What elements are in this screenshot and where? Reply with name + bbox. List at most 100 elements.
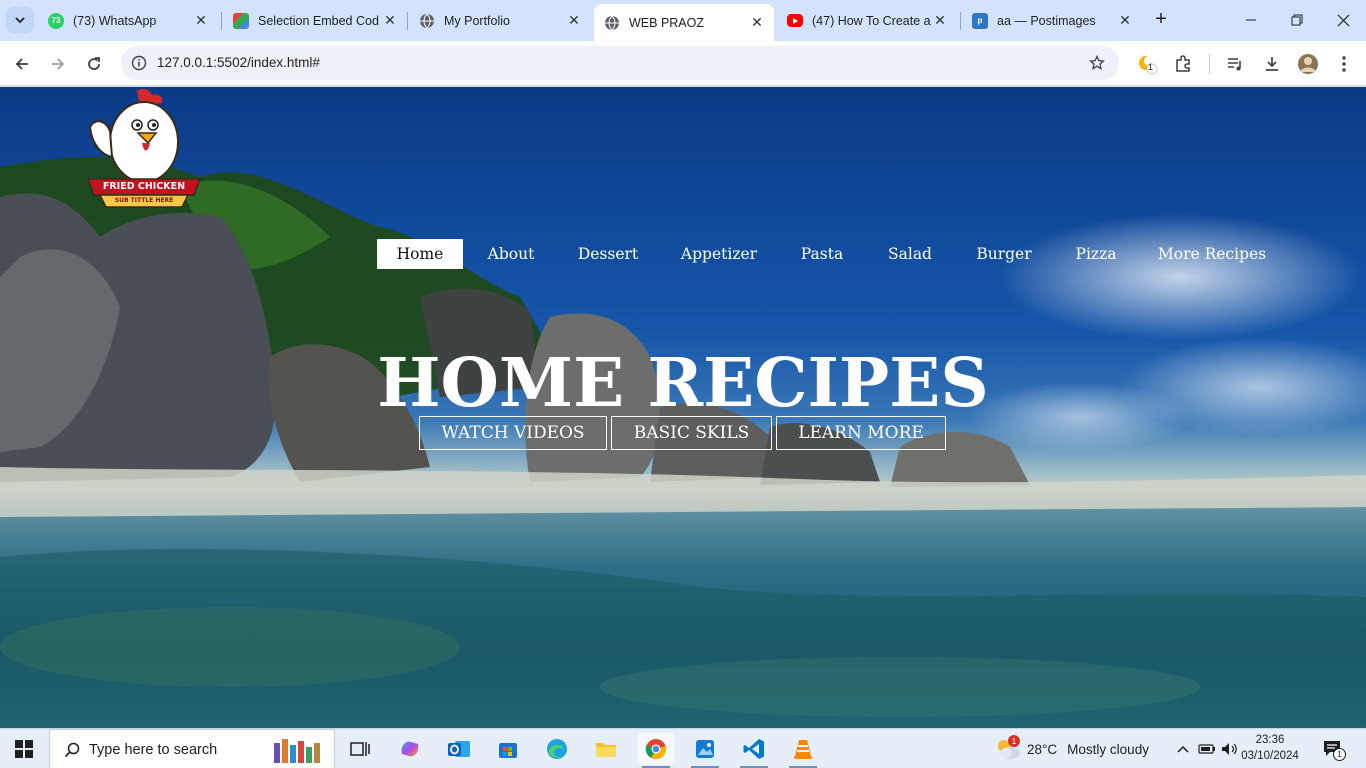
search-highlight-books-icon: [274, 739, 320, 763]
copilot-icon[interactable]: [392, 733, 428, 765]
learn-more-button[interactable]: LEARN MORE: [776, 416, 946, 450]
taskbar-search-box[interactable]: Type here to search: [49, 729, 335, 768]
tab-title: WEB PRAOZ: [629, 15, 705, 30]
weather-desc: Mostly cloudy: [1067, 741, 1149, 757]
close-icon[interactable]: ✕: [192, 12, 210, 29]
whatsapp-icon: 73: [48, 12, 64, 29]
logo-subtitle: SUB TITTLE HERE: [114, 197, 174, 204]
tab-search-button[interactable]: [6, 7, 34, 33]
tab-web-praoz[interactable]: WEB PRAOZ ✕: [594, 4, 774, 41]
tab-title: aa — Postimages: [997, 13, 1096, 28]
tab-postimages[interactable]: p aa — Postimages ✕: [962, 4, 1142, 37]
menu-dots-icon[interactable]: [1331, 51, 1357, 77]
toolbar-divider: [1209, 54, 1210, 74]
chrome-icon[interactable]: [638, 733, 674, 768]
site-info-icon[interactable]: [129, 53, 149, 73]
nav-dessert[interactable]: Dessert: [568, 239, 648, 269]
watch-videos-button[interactable]: WATCH VIDEOS: [419, 416, 607, 450]
close-icon: [1337, 14, 1349, 26]
globe-icon: [604, 15, 620, 31]
nav-appetizer[interactable]: Appetizer: [673, 239, 765, 269]
minimize-icon: [1246, 19, 1256, 21]
outlook-icon[interactable]: [441, 733, 477, 765]
tab-selection-embed[interactable]: Selection Embed Cod ✕: [223, 4, 407, 37]
reload-icon: [88, 57, 100, 70]
profile-avatar[interactable]: [1295, 51, 1321, 77]
close-icon[interactable]: ✕: [565, 12, 583, 29]
fried-chicken-logo[interactable]: FRIED CHICKEN SUB TITTLE HERE: [82, 87, 206, 213]
search-icon: [62, 740, 82, 760]
task-view-icon[interactable]: [342, 733, 378, 765]
minimize-button[interactable]: [1228, 6, 1274, 34]
clock-date: 03/10/2024: [1241, 750, 1299, 762]
search-placeholder: Type here to search: [89, 742, 218, 758]
clock-time: 23:36: [1255, 734, 1285, 746]
new-tab-button[interactable]: +: [1149, 8, 1173, 32]
tab-separator: [960, 12, 961, 30]
bookmark-star-icon[interactable]: [1087, 53, 1107, 73]
back-button[interactable]: [8, 50, 36, 78]
google-sheets-icon: [233, 12, 249, 29]
arrow-left-icon: [15, 58, 28, 70]
media-control-icon[interactable]: [1222, 51, 1248, 77]
restore-button[interactable]: [1274, 6, 1320, 34]
notification-count: 1: [1333, 748, 1346, 761]
close-icon[interactable]: ✕: [381, 12, 399, 29]
nav-pizza[interactable]: Pizza: [1066, 239, 1126, 269]
edge-icon[interactable]: [539, 733, 575, 765]
tab-title: Selection Embed Cod: [258, 13, 379, 28]
nav-salad[interactable]: Salad: [878, 239, 942, 269]
weather-widget[interactable]: 1 28°C Mostly cloudy: [994, 735, 1149, 763]
weather-badge: 1: [1008, 735, 1020, 747]
nav-burger[interactable]: Burger: [966, 239, 1042, 269]
close-icon[interactable]: ✕: [1116, 12, 1134, 29]
nav-pasta[interactable]: Pasta: [790, 239, 854, 269]
url-text: 127.0.0.1:5502/index.html#: [157, 55, 320, 70]
tab-youtube[interactable]: (47) How To Create a ✕: [777, 4, 957, 37]
arrow-right-icon: [52, 58, 65, 70]
chevron-down-icon: [15, 17, 25, 24]
forward-button[interactable]: [44, 50, 72, 78]
system-clock[interactable]: 23:36 03/10/2024: [1240, 732, 1300, 764]
nav-home[interactable]: Home: [377, 239, 463, 269]
windows-logo-icon: [15, 740, 33, 758]
browser-toolbar: 127.0.0.1:5502/index.html# 1: [0, 41, 1366, 86]
tab-title: (73) WhatsApp: [73, 13, 157, 28]
chicken-mascot-icon: [86, 88, 202, 208]
youtube-icon: [787, 14, 803, 27]
battery-icon[interactable]: [1198, 739, 1216, 759]
tab-strip: 73 (73) WhatsApp ✕ Selection Embed Cod ✕…: [0, 0, 1366, 41]
vscode-icon[interactable]: [736, 733, 772, 768]
page-viewport: FRIED CHICKEN SUB TITTLE HERE Home About…: [0, 87, 1366, 728]
volume-icon[interactable]: [1221, 739, 1239, 759]
basic-skils-button[interactable]: BASIC SKILS: [611, 416, 772, 450]
nav-more-recipes[interactable]: More Recipes: [1152, 239, 1272, 269]
download-icon[interactable]: [1259, 51, 1285, 77]
globe-icon: [419, 13, 435, 29]
tab-whatsapp[interactable]: 73 (73) WhatsApp ✕: [38, 4, 218, 37]
close-icon[interactable]: ✕: [748, 14, 766, 31]
close-icon[interactable]: ✕: [931, 12, 949, 29]
postimages-icon: p: [972, 12, 988, 29]
close-window-button[interactable]: [1320, 6, 1366, 34]
extensions-puzzle-icon[interactable]: [1170, 51, 1196, 77]
tab-my-portfolio[interactable]: My Portfolio ✕: [409, 4, 591, 37]
extension-sun-icon[interactable]: 1: [1134, 51, 1160, 77]
photos-icon[interactable]: [687, 733, 723, 768]
nav-about[interactable]: About: [476, 239, 546, 269]
reload-button[interactable]: [80, 50, 108, 78]
store-icon[interactable]: [490, 733, 526, 765]
logo-title: FRIED CHICKEN: [102, 181, 186, 192]
chevron-up-icon[interactable]: [1174, 739, 1192, 759]
hero-title: HOME RECIPES: [377, 343, 989, 422]
file-explorer-icon[interactable]: [588, 733, 624, 765]
restore-icon: [1291, 14, 1303, 26]
vlc-icon[interactable]: [785, 733, 821, 768]
address-bar[interactable]: 127.0.0.1:5502/index.html#: [121, 46, 1119, 80]
windows-taskbar: Type here to search 1 28°C Mostly cloudy: [0, 728, 1366, 768]
tab-separator: [407, 12, 408, 30]
weather-temp: 28°C: [1027, 741, 1058, 757]
notification-center-button[interactable]: 1: [1322, 739, 1346, 761]
start-button[interactable]: [0, 729, 48, 768]
tab-title: My Portfolio: [444, 13, 510, 28]
